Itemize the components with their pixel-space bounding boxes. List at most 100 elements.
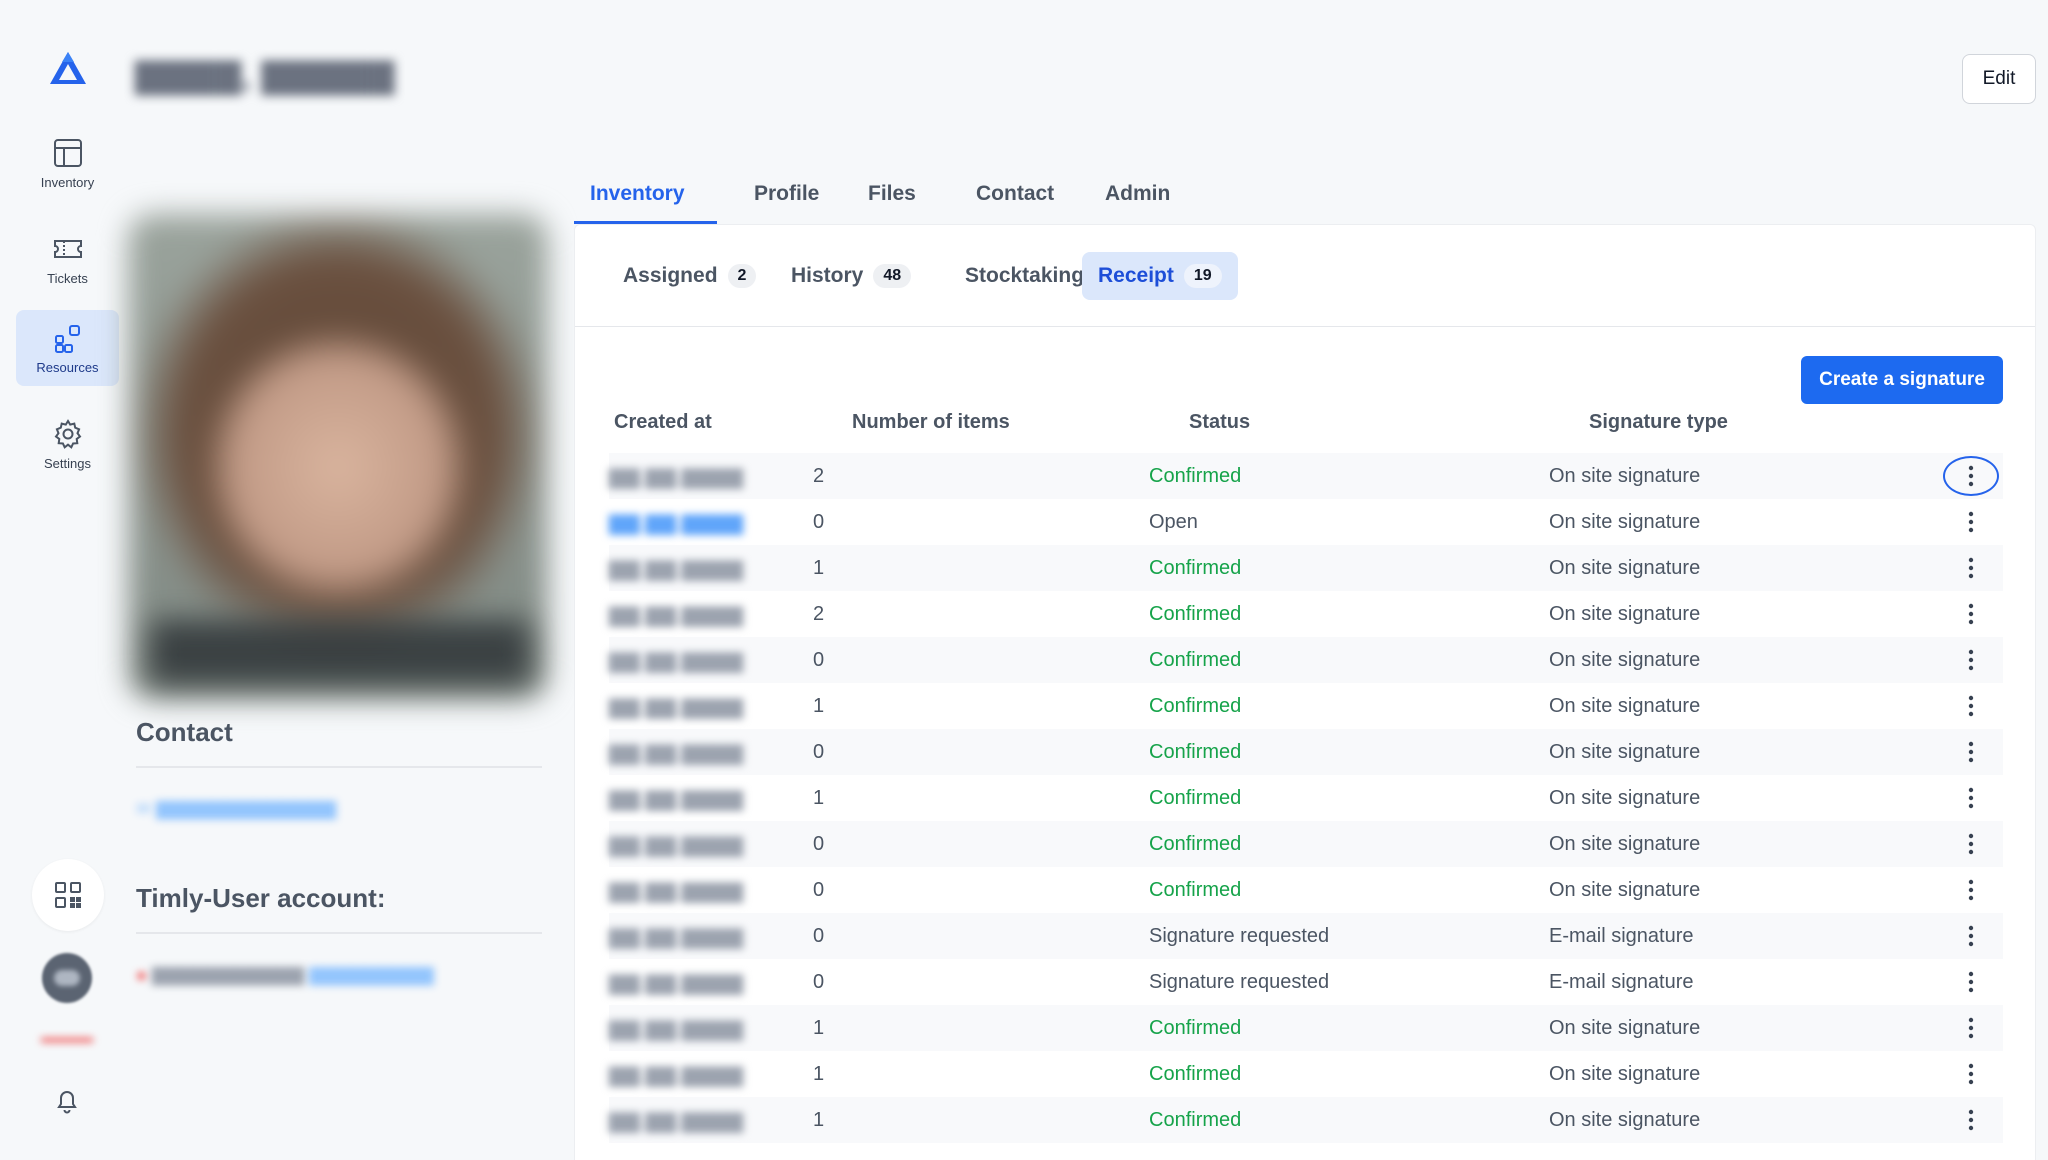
items-count-cell: 2 [813,465,825,487]
row-actions-button[interactable] [1943,778,1999,818]
table-grid-icon [53,138,82,167]
status-cell: Confirmed [1149,833,1242,855]
created-at-cell: ▇▇.▇▇.▇▇▇▇ [609,1019,744,1041]
created-at-cell: ▇▇.▇▇.▇▇▇▇ [609,1111,744,1133]
table-row[interactable]: ▇▇.▇▇.▇▇▇▇ 0 Signature requested E-mail sig… [609,913,2003,959]
status-cell: Confirmed [1149,465,1242,487]
row-actions-button[interactable] [1943,916,1999,956]
created-at-cell: ▇▇.▇▇.▇▇▇▇ [609,467,744,489]
qr-code-button[interactable] [32,859,104,931]
created-at-cell: ▇▇.▇▇.▇▇▇▇ [609,697,744,719]
status-cell: Signature requested [1149,925,1330,947]
table-row[interactable]: ▇▇.▇▇.▇▇▇▇ 1 Confirmed On site signature [609,1051,2003,1097]
row-actions-button[interactable] [1943,1054,1999,1094]
tab-inventory[interactable]: Inventory [590,164,685,224]
more-vertical-icon [1968,1063,1974,1085]
more-vertical-icon [1968,833,1974,855]
table-row[interactable]: ▇▇.▇▇.▇▇▇▇ 1 Confirmed On site signature [609,1005,2003,1051]
table-row[interactable]: ▇▇.▇▇.▇▇▇▇ 1 Confirmed On site signature [609,545,2003,591]
items-count-cell: 1 [813,1109,825,1131]
status-cell: Confirmed [1149,787,1242,809]
row-actions-button[interactable] [1943,824,1999,864]
items-count-cell: 0 [813,511,825,533]
created-at-cell: ▇▇.▇▇.▇▇▇▇ [609,973,744,995]
status-cell: Signature requested [1149,971,1330,993]
table-row[interactable]: ▇▇.▇▇.▇▇▇▇ 1 Confirmed On site signature [609,683,2003,729]
sidebar-item-settings[interactable]: Settings [16,406,119,482]
row-actions-button[interactable] [1943,870,1999,910]
items-count-cell: 0 [813,649,825,671]
signature-type-cell: On site signature [1549,1017,1701,1039]
row-actions-button[interactable] [1943,594,1999,634]
logo-icon[interactable] [48,50,88,90]
table-row[interactable]: ▇▇.▇▇.▇▇▇▇ 2 Confirmed On site signature [609,453,2003,499]
tab-files[interactable]: Files [868,164,916,224]
sidebar-item-inventory[interactable]: Inventory [16,125,119,201]
column-header-created-at[interactable]: Created at [614,411,712,434]
table-row[interactable]: ▇▇.▇▇.▇▇▇▇ 0 Confirmed On site signature [609,821,2003,867]
signature-type-cell: On site signature [1549,833,1701,855]
column-header-signature-type[interactable]: Signature type [1589,411,1728,434]
user-avatar[interactable] [42,953,92,1003]
status-cell: Confirmed [1149,1109,1242,1131]
table-row[interactable]: ▇▇.▇▇.▇▇▇▇ 0 Confirmed On site signature [609,867,2003,913]
row-actions-button[interactable] [1943,1008,1999,1048]
tab-profile[interactable]: Profile [754,164,819,224]
column-header-status[interactable]: Status [1189,411,1250,434]
row-actions-button[interactable] [1943,962,1999,1002]
tab-admin[interactable]: Admin [1105,164,1170,224]
more-vertical-icon [1968,925,1974,947]
account-section-title: Timly-User account: [136,883,386,913]
status-cell: Confirmed [1149,649,1242,671]
created-at-cell: ▇▇.▇▇.▇▇▇▇ [609,881,744,903]
row-actions-button[interactable] [1943,1100,1999,1140]
created-at-cell: ▇▇.▇▇.▇▇▇▇ [609,559,744,581]
signature-type-cell: E-mail signature [1549,971,1694,993]
subtab-receipt[interactable]: Receipt 19 [1082,252,1238,300]
more-vertical-icon [1968,603,1974,625]
row-actions-button[interactable] [1943,456,1999,496]
table-row[interactable]: ▇▇.▇▇.▇▇▇▇ 0 Signature requested E-mail sig… [609,959,2003,1005]
status-cell: Confirmed [1149,1063,1242,1085]
sidebar-item-tickets[interactable]: Tickets [16,221,119,297]
sidebar-item-label: Resources [36,359,99,375]
status-cell: Confirmed [1149,741,1242,763]
row-actions-button[interactable] [1943,548,1999,588]
divider [575,326,2035,327]
user-status-tag: ▬▬▬▬ [41,1030,93,1045]
column-header-number-of-items[interactable]: Number of items [852,411,1010,434]
tab-contact[interactable]: Contact [976,164,1054,224]
items-count-cell: 0 [813,833,825,855]
table-row[interactable]: ▇▇.▇▇.▇▇▇▇ 0 Confirmed On site signature [609,637,2003,683]
sidebar-item-label: Settings [44,455,91,471]
signature-type-cell: On site signature [1549,649,1701,671]
contact-email-link[interactable]: ✉ ▇▇▇▇▇▇▇▇▇▇▇▇▇ [136,799,336,820]
table-row[interactable]: ▇▇.▇▇.▇▇▇▇ 1 Confirmed On site signature [609,1097,2003,1143]
bell-icon[interactable] [52,1086,82,1116]
edit-button[interactable]: Edit [1962,54,2036,104]
divider [136,766,542,768]
ticket-icon [53,239,82,258]
create-signature-button[interactable]: Create a signature [1801,356,2003,404]
row-actions-button[interactable] [1943,640,1999,680]
table-row[interactable]: ▇▇.▇▇.▇▇▇▇ 0 Open On site signature [609,499,2003,545]
divider [136,932,542,934]
subtab-history[interactable]: History 48 [775,252,927,300]
status-cell: Open [1149,511,1198,533]
table-row[interactable]: ▇▇.▇▇.▇▇▇▇ 2 Confirmed On site signature [609,591,2003,637]
items-count-cell: 1 [813,1017,825,1039]
row-actions-button[interactable] [1943,502,1999,542]
subtab-assigned[interactable]: Assigned 2 [607,252,772,300]
row-actions-button[interactable] [1943,732,1999,772]
sidebar-item-label: Inventory [40,174,95,190]
more-vertical-icon [1968,511,1974,533]
signature-type-cell: E-mail signature [1549,925,1694,947]
subtab-stocktaking[interactable]: Stocktaking [949,252,1100,300]
table-row[interactable]: ▇▇.▇▇.▇▇▇▇ 0 Confirmed On site signature [609,729,2003,775]
contact-section-title: Contact [136,717,233,747]
created-at-cell[interactable]: ▇▇.▇▇.▇▇▇▇ [609,511,743,536]
created-at-cell: ▇▇.▇▇.▇▇▇▇ [609,743,744,765]
sidebar-item-resources[interactable]: Resources [16,310,119,386]
row-actions-button[interactable] [1943,686,1999,726]
table-row[interactable]: ▇▇.▇▇.▇▇▇▇ 1 Confirmed On site signature [609,775,2003,821]
